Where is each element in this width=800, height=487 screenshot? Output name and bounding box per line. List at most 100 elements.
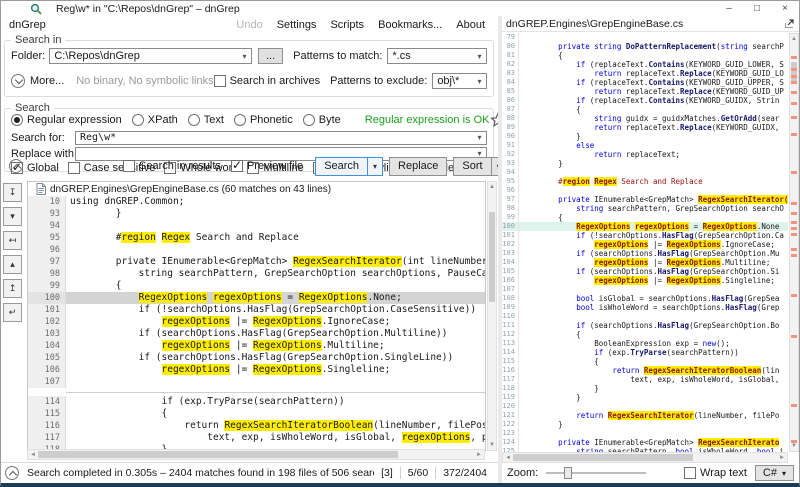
mode-radio-regular-expression[interactable]: Regular expression — [11, 114, 122, 126]
collapse-all-button[interactable]: ↤ — [3, 231, 22, 250]
more-expander-icon[interactable] — [11, 74, 25, 88]
result-line[interactable]: 101 if (!searchOptions.HasFlag(GrepSearc… — [28, 304, 485, 316]
menu-item-undo[interactable]: Undo — [229, 18, 269, 32]
more-label[interactable]: More... — [30, 75, 64, 87]
result-line[interactable]: 99 { — [28, 280, 485, 292]
chevron-down-icon[interactable]: ▾ — [473, 133, 486, 142]
results-horizontal-scrollbar[interactable]: ◄ ► — [27, 449, 485, 460]
status-expander-icon[interactable] — [5, 466, 19, 480]
syntax-select-button[interactable]: C# ▾ — [754, 465, 794, 481]
popout-window-icon[interactable] — [784, 18, 795, 29]
result-line[interactable]: 117 text, exp, isWholeWord, isGlobal, re… — [28, 432, 485, 444]
scroll-right-icon[interactable]: ► — [476, 450, 482, 460]
result-line[interactable]: 98 string searchPattern, GrepSearchOptio… — [28, 268, 485, 280]
radio-icon — [131, 114, 144, 126]
zoom-slider[interactable] — [546, 466, 647, 480]
mode-radio-text[interactable]: Text — [187, 114, 224, 126]
replace-button[interactable]: Replace — [389, 156, 448, 176]
preview-bottom-bar: Zoom: Wrap text C# ▾ — [502, 463, 799, 483]
line-number: 94 — [28, 220, 66, 232]
result-line[interactable]: 105 if (searchOptions.HasFlag(GrepSearch… — [28, 352, 485, 364]
scroll-down-icon[interactable]: ▼ — [488, 440, 496, 450]
result-file-header[interactable]: dnGREP.Engines\GrepEngineBase.cs (60 mat… — [28, 182, 485, 196]
preview-file-checkbox[interactable]: Preview file — [230, 158, 303, 172]
mode-radio-byte[interactable]: Byte — [302, 114, 341, 126]
maximize-button[interactable]: □ — [743, 2, 771, 16]
patterns-exclude-combobox[interactable]: obj\* ▾ — [432, 73, 487, 89]
result-line[interactable]: 10 using dnGREP.Common; — [28, 196, 485, 208]
next-file-button[interactable]: ↧ — [3, 183, 22, 202]
line-number: 82 — [502, 60, 519, 69]
result-line-selected[interactable]: 100 RegexOptions regexOptions = RegexOpt… — [28, 292, 485, 304]
result-line[interactable]: 107 — [28, 376, 485, 388]
folder-combobox[interactable]: C:\Repos\dnGrep ▾ — [49, 48, 252, 64]
preview-line: 91 else — [502, 141, 788, 150]
results-tree[interactable]: dnGREP.Engines\GrepEngineBase.cs (60 mat… — [27, 181, 486, 451]
collapse-search-panel-icon[interactable] — [9, 159, 23, 173]
result-line[interactable]: 114 if (exp.TryParse(searchPattern)) — [28, 396, 485, 408]
code-text: |= — [230, 340, 254, 351]
match-highlight: region — [121, 232, 156, 243]
search-for-combobox[interactable]: Reg\w* ▾ — [75, 130, 487, 145]
results-vertical-scrollbar[interactable]: ▲ ▼ — [487, 181, 497, 451]
scrollbar-thumb[interactable] — [489, 212, 495, 302]
next-match-button[interactable]: ▾ — [3, 207, 22, 226]
scrollbar-thumb[interactable] — [513, 454, 693, 461]
wrap-text-checkbox[interactable]: Wrap text — [684, 467, 747, 479]
result-line[interactable]: 115 { — [28, 408, 485, 420]
browse-folder-button[interactable]: ... — [257, 48, 284, 64]
result-line[interactable]: 116 return RegexSearchIteratorBoolean(li… — [28, 420, 485, 432]
mode-radio-xpath[interactable]: XPath — [131, 114, 178, 126]
chevron-down-icon[interactable]: ▾ — [473, 77, 486, 86]
close-button[interactable]: × — [771, 2, 799, 16]
result-line[interactable]: 94 — [28, 220, 485, 232]
menu-item-about[interactable]: About — [449, 18, 492, 32]
preview-vertical-scrollbar[interactable]: ▲ ▼ — [789, 33, 799, 452]
menu-item-scripts[interactable]: Scripts — [323, 18, 371, 32]
match-highlight: RegexOptions — [138, 292, 208, 303]
follow-match-button[interactable]: ↵ — [3, 303, 22, 322]
zoom-slider-thumb[interactable] — [564, 467, 573, 479]
line-number: 119 — [502, 393, 519, 402]
code-text: { — [522, 330, 581, 339]
match-highlight: Regex — [594, 177, 617, 186]
patterns-match-combobox[interactable]: *.cs ▾ — [387, 48, 487, 64]
search-in-archives-checkbox[interactable]: Search in archives — [213, 75, 320, 87]
result-line[interactable]: 106 regexOptions |= RegexOptions.Singlel… — [28, 364, 485, 376]
chevron-down-icon[interactable]: ▾ — [473, 52, 486, 61]
menu-item-settings[interactable]: Settings — [270, 18, 324, 32]
preview-line: 106 regexOptions |= RegexOptions .Singlel… — [502, 276, 788, 285]
search-for-label: Search for: — [11, 131, 65, 144]
result-line[interactable]: 102 regexOptions |= RegexOptions.IgnoreC… — [28, 316, 485, 328]
scroll-up-icon[interactable]: ▲ — [790, 34, 798, 44]
result-line[interactable]: 97 private IEnumerable<GrepMatch> RegexS… — [28, 256, 485, 268]
code-text: text, exp, isWholeWord, isGlobal, — [522, 375, 780, 384]
search-button[interactable]: Search ▾ — [315, 156, 384, 176]
scrollbar-thumb[interactable] — [38, 451, 398, 458]
scroll-left-icon[interactable]: ◄ — [505, 453, 511, 463]
code-text: { — [70, 280, 122, 291]
scroll-up-icon[interactable]: ▲ — [488, 182, 496, 192]
result-line[interactable]: 104 regexOptions |= RegexOptions.Multili… — [28, 340, 485, 352]
line-number: 95 — [28, 232, 66, 244]
search-dropdown-arrow-icon[interactable]: ▾ — [367, 156, 384, 176]
result-line[interactable]: 93 } — [28, 208, 485, 220]
previous-file-button[interactable]: ↥ — [3, 279, 22, 298]
mode-radio-phonetic[interactable]: Phonetic — [233, 114, 293, 126]
search-mode-row: Regular expression XPath Text Phonetic Byte … — [11, 112, 626, 128]
search-in-results-checkbox[interactable]: Search in results — [123, 160, 221, 172]
result-line[interactable]: 103 if (searchOptions.HasFlag(GrepSearch… — [28, 328, 485, 340]
minimize-button[interactable]: – — [715, 2, 743, 16]
scroll-left-icon[interactable]: ◄ — [30, 450, 36, 460]
chevron-down-icon[interactable]: ▾ — [238, 52, 251, 61]
scroll-right-icon[interactable]: ► — [779, 453, 785, 463]
previous-match-button[interactable]: ▴ — [3, 255, 22, 274]
menu-item-bookmarks[interactable]: Bookmarks... — [371, 18, 449, 32]
result-line[interactable]: 95 #region Regex Search and Replace — [28, 232, 485, 244]
result-line[interactable]: 96 — [28, 244, 485, 256]
preview-horizontal-scrollbar[interactable]: ◄ ► — [502, 452, 788, 463]
code-text: HasFlag — [661, 231, 694, 240]
preview-code[interactable]: 79 80 private string DoPatternReplacement… — [502, 33, 788, 452]
menu-item-dngrep[interactable]: dnGrep — [7, 18, 53, 32]
